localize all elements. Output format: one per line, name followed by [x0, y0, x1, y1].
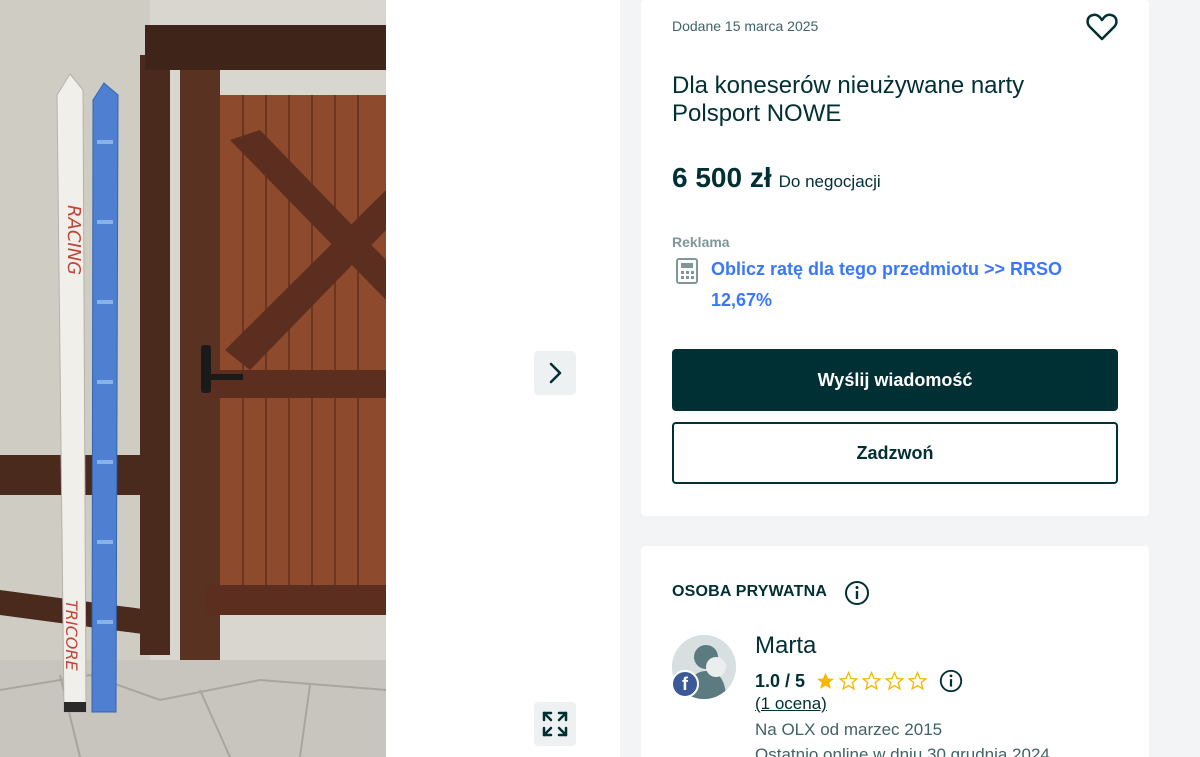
star-empty-icon: [907, 671, 928, 691]
ratings-count-link[interactable]: (1 ocena): [755, 694, 827, 714]
last-online: Ostatnio online w dniu 30 grudnia 2024: [755, 745, 1050, 757]
price: 6 500 zł: [672, 162, 772, 193]
calculator-icon: [676, 258, 698, 284]
seller-type: OSOBA PRYWATNA: [672, 583, 828, 600]
expand-arrows-icon: [542, 711, 568, 737]
listing-card: Dodane 15 marca 2025 Dla koneserów nieuż…: [641, 0, 1149, 516]
next-image-button[interactable]: [534, 351, 576, 395]
send-message-button[interactable]: Wyślij wiadomość: [672, 349, 1118, 411]
star-empty-icon: [838, 671, 859, 691]
svg-text:RACING: RACING: [63, 205, 84, 275]
seller-name[interactable]: Marta: [755, 632, 816, 660]
chevron-right-icon: [549, 362, 562, 384]
rating-value: 1.0 / 5: [755, 670, 806, 691]
rating-row: 1.0 / 5: [755, 668, 964, 694]
svg-text:TRICORE: TRICORE: [62, 600, 81, 671]
star-empty-icon: [884, 671, 905, 691]
listing-title: Dla koneserów nieużywane narty Polsport …: [672, 72, 1025, 127]
rating-stars: [815, 671, 928, 691]
favorite-button[interactable]: [1085, 11, 1119, 43]
image-gallery: RACING TRICORE: [0, 0, 620, 757]
info-icon[interactable]: [843, 579, 871, 607]
info-icon[interactable]: [938, 668, 964, 694]
call-button[interactable]: Zadzwoń: [672, 422, 1118, 484]
heart-icon: [1086, 13, 1118, 41]
seller-card: OSOBA PRYWATNA f Marta 1.0 / 5 (1 ocena): [641, 546, 1149, 757]
listing-photo[interactable]: RACING TRICORE: [0, 0, 386, 757]
star-filled-icon: [817, 672, 834, 689]
ad-label: Reklama: [672, 234, 730, 250]
posted-date: Dodane 15 marca 2025: [672, 18, 819, 34]
fullscreen-button[interactable]: [534, 702, 576, 746]
member-since: Na OLX od marzec 2015: [755, 720, 943, 739]
installment-calculator-link[interactable]: Oblicz ratę dla tego przedmiotu >> RRSO …: [711, 254, 1091, 316]
facebook-verified-badge: f: [671, 670, 699, 698]
negotiable-label: Do negocjacji: [778, 172, 881, 191]
star-empty-icon: [861, 671, 882, 691]
price-row: 6 500 zł Do negocjacji: [672, 162, 881, 194]
